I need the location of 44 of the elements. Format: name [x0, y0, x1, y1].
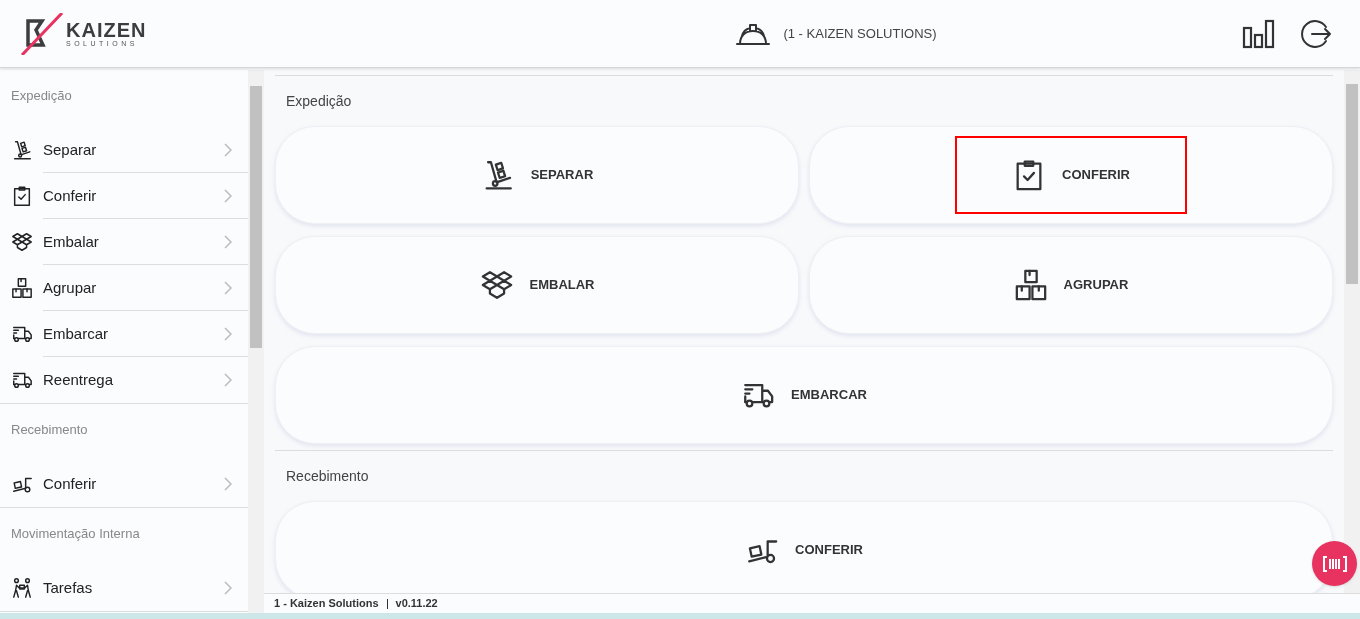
footer-version: v0.11.22 — [395, 596, 438, 612]
sidebar-item[interactable]: Conferir — [0, 173, 248, 219]
stacked-boxes-icon — [1013, 268, 1048, 302]
menu-tile[interactable]: EMBARCAR — [275, 346, 1333, 444]
sidebar-item[interactable]: Embarcar — [0, 311, 248, 357]
clipboard-check-icon — [11, 185, 33, 207]
menu-tile[interactable]: SEPARAR — [275, 126, 799, 224]
menu-tile[interactable]: CONFERIR — [275, 501, 1333, 593]
logout-icon[interactable] — [1300, 17, 1332, 50]
section-title: Recebimento — [11, 422, 88, 437]
sidebar-item[interactable]: Agrupar — [0, 265, 248, 311]
company-label: (1 - KAIZEN SOLUTIONS) — [783, 24, 937, 43]
boxes-icon — [11, 231, 33, 253]
scrollbar[interactable] — [1344, 70, 1360, 593]
chevron-right-icon — [224, 373, 232, 387]
section-title: Movimentação Interna — [11, 526, 140, 541]
section-title: Recebimento — [286, 466, 369, 486]
menu-tile[interactable]: EMBALAR — [275, 236, 799, 334]
logo-name: KAIZEN — [66, 20, 147, 40]
sidebar-item[interactable]: Separar — [0, 127, 248, 173]
sidebar-item[interactable]: Embalar — [0, 219, 248, 265]
chevron-right-icon — [224, 281, 232, 295]
people-carrying-icon — [11, 577, 33, 599]
section-title: Expedição — [286, 91, 352, 111]
footer-company: 1 - Kaizen Solutions — [274, 596, 379, 612]
logo-mark-icon — [20, 12, 66, 55]
section-title: Expedição — [11, 88, 72, 103]
bar-chart-icon[interactable] — [1242, 18, 1276, 49]
chevron-right-icon — [224, 235, 232, 249]
stacked-boxes-icon — [11, 277, 33, 299]
hand-truck-icon — [11, 139, 33, 161]
boxes-icon — [479, 268, 514, 302]
sidebar-item[interactable]: Reentrega — [0, 357, 248, 403]
chevron-right-icon — [224, 477, 232, 491]
sidebar-item[interactable]: Tarefas — [0, 565, 248, 611]
chevron-right-icon — [224, 581, 232, 595]
sidebar-item[interactable]: Conferir — [0, 461, 248, 507]
chevron-right-icon — [224, 143, 232, 157]
barcode-icon — [1322, 554, 1347, 573]
chevron-right-icon — [224, 189, 232, 203]
menu-tile[interactable]: CONFERIR — [809, 126, 1333, 224]
chevron-right-icon — [224, 327, 232, 341]
menu-tile[interactable]: AGRUPAR — [809, 236, 1333, 334]
scrollbar[interactable] — [248, 70, 264, 613]
